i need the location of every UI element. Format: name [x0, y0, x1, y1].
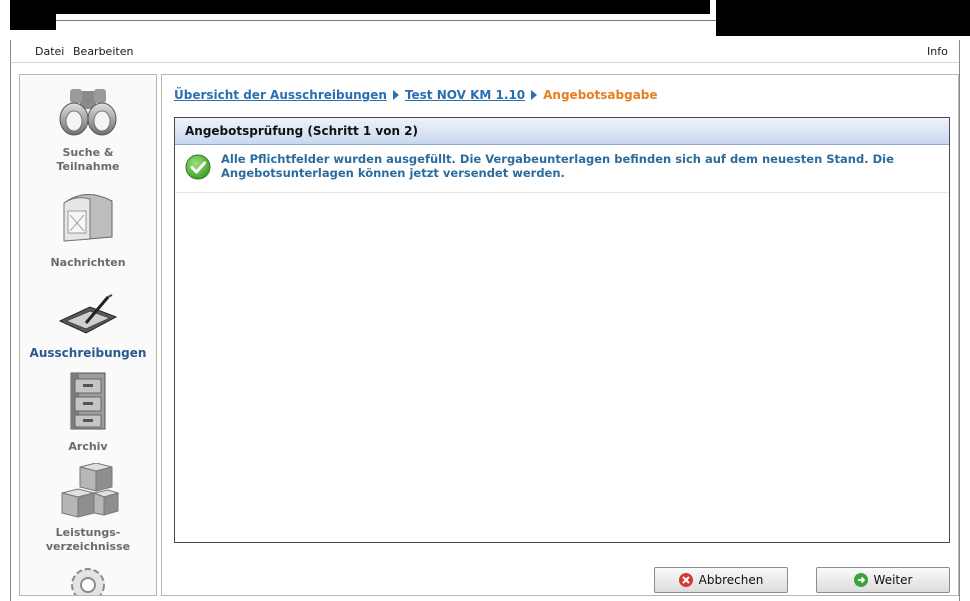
next-button[interactable]: Weiter — [816, 567, 950, 593]
content-header: Angebotsprüfung (Schritt 1 von 2) — [175, 118, 949, 145]
side-navigation: Suche & Teilnahme Nachrichten Ausschreibu… — [19, 74, 157, 596]
check-circle-icon — [185, 154, 211, 180]
binoculars-icon — [59, 89, 117, 136]
status-message: Alle Pflichtfelder wurden ausgefüllt. Di… — [221, 152, 894, 180]
nav-item-suche-teilnahme[interactable]: Suche & Teilnahme — [20, 85, 156, 174]
nav-item-archiv[interactable]: Archiv — [20, 371, 156, 454]
cancel-icon — [678, 573, 693, 587]
breadcrumb-current: Angebotsabgabe — [543, 88, 658, 102]
nav-item-nachrichten[interactable]: Nachrichten — [20, 185, 156, 270]
content-title: Angebotsprüfung (Schritt 1 von 2) — [185, 124, 419, 138]
breadcrumb-link-uebersicht[interactable]: Übersicht der Ausschreibungen — [174, 88, 387, 102]
pen-tablet-icon — [58, 294, 118, 334]
nav-item-leistungsverzeichnisse[interactable]: Leistungs-verzeichnisse — [20, 462, 156, 554]
menu-bearbeiten[interactable]: Bearbeiten — [73, 45, 133, 58]
breadcrumb: Übersicht der Ausschreibungen Test NOV KM… — [174, 88, 658, 102]
message-row: Alle Pflichtfelder wurden ausgefüllt. Di… — [175, 146, 949, 193]
nav-label: Suche & Teilnahme — [56, 146, 120, 173]
breadcrumb-arrow-icon — [392, 90, 399, 100]
arrow-right-icon — [853, 573, 868, 587]
mailbox-icon — [63, 194, 113, 242]
nav-label: Archiv — [68, 440, 108, 453]
content-box: Angebotsprüfung (Schritt 1 von 2) Alle P… — [174, 117, 950, 543]
nav-label: Nachrichten — [50, 256, 126, 269]
breadcrumb-arrow-icon — [531, 90, 538, 100]
cancel-button-label: Abbrechen — [698, 573, 764, 587]
cancel-button[interactable]: Abbrechen — [654, 567, 788, 593]
nav-label: Ausschreibungen — [29, 346, 147, 360]
nav-item-settings[interactable] — [20, 561, 156, 595]
nav-label: Leistungs-verzeichnisse — [45, 526, 131, 553]
nav-item-ausschreibungen[interactable]: Ausschreibungen — [20, 293, 156, 360]
next-button-label: Weiter — [873, 573, 913, 587]
menu-datei[interactable]: Datei — [35, 45, 64, 58]
breadcrumb-link-test[interactable]: Test NOV KM 1.10 — [405, 88, 525, 102]
app-window: Datei Bearbeiten Info Suche &Teilnahme — [10, 40, 960, 601]
window-title-bar — [0, 0, 970, 36]
main-panel: Übersicht der Ausschreibungen Test NOV KM… — [161, 74, 959, 596]
menu-bar: Datei Bearbeiten Info — [11, 40, 959, 63]
menu-info[interactable]: Info — [927, 45, 948, 58]
filing-cabinet-icon — [70, 372, 106, 430]
gear-icon — [71, 568, 105, 595]
cubes-icon — [61, 462, 120, 518]
